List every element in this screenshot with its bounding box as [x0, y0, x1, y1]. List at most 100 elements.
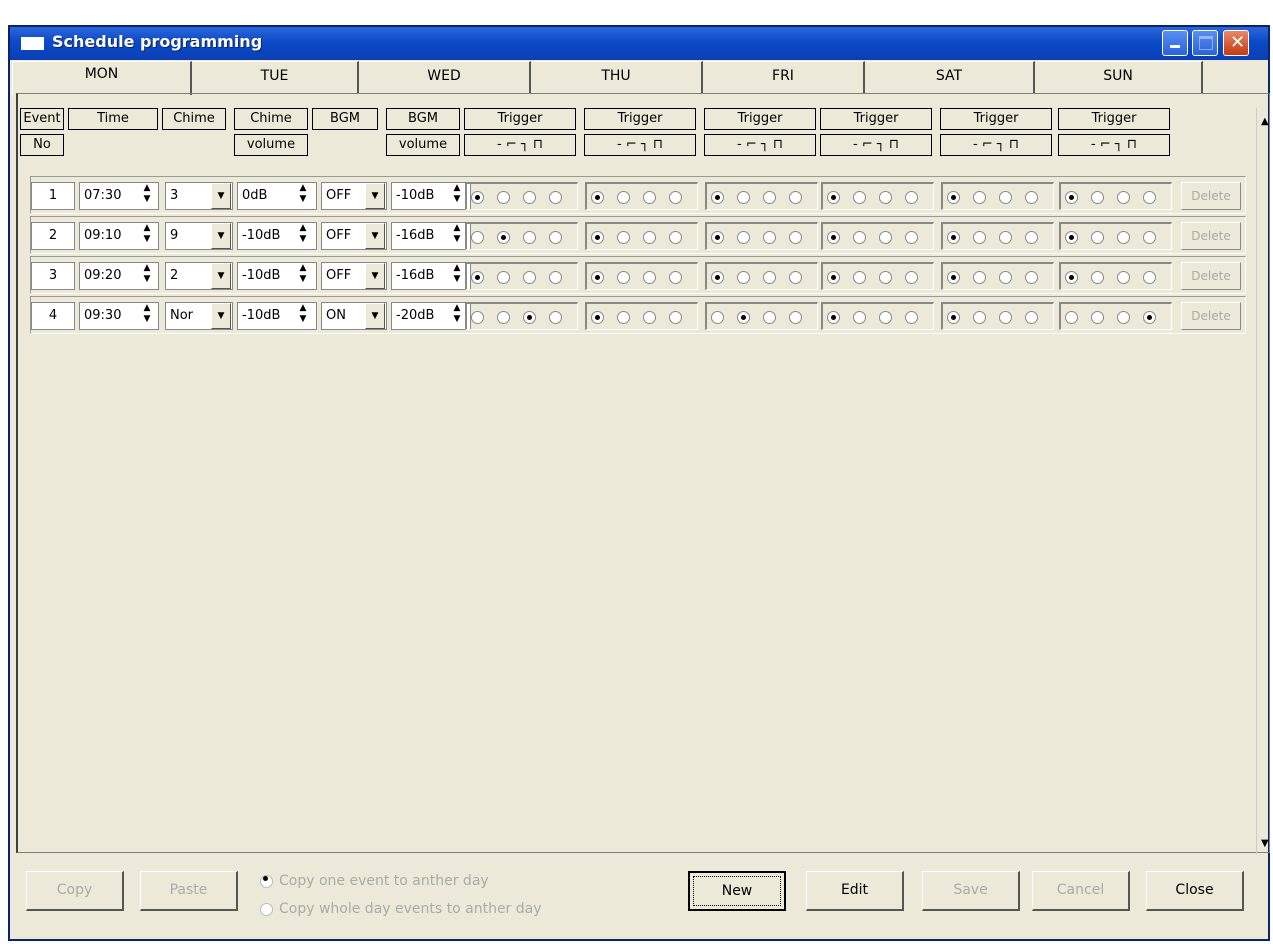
trigger-radio[interactable] — [999, 271, 1012, 284]
scroll-down-icon[interactable]: ▼ — [1261, 838, 1269, 849]
trigger-radio[interactable] — [879, 231, 892, 244]
chevron-down-icon[interactable]: ▼ — [365, 223, 385, 249]
trigger-radio[interactable] — [789, 231, 802, 244]
trigger-radio[interactable] — [947, 191, 960, 204]
copy-one-option[interactable]: Copy one event to anther day — [260, 873, 489, 889]
trigger-radio[interactable] — [471, 231, 484, 244]
trigger-radio[interactable] — [905, 191, 918, 204]
trigger-radio[interactable] — [711, 191, 724, 204]
trigger-radio[interactable] — [711, 231, 724, 244]
copy-button[interactable]: Copy — [26, 871, 124, 911]
trigger-radio[interactable] — [1143, 231, 1156, 244]
close-button[interactable]: Close — [1146, 871, 1244, 911]
trigger-radio[interactable] — [879, 311, 892, 324]
trigger-radio[interactable] — [549, 311, 562, 324]
trigger-radio[interactable] — [617, 271, 630, 284]
chime-volume-spinner[interactable]: ▲ ▼ — [293, 263, 313, 289]
trigger-radio[interactable] — [617, 231, 630, 244]
trigger-radio[interactable] — [879, 191, 892, 204]
trigger-radio[interactable] — [789, 271, 802, 284]
trigger-radio[interactable] — [853, 311, 866, 324]
trigger-radio[interactable] — [471, 311, 484, 324]
maximize-button[interactable] — [1192, 30, 1218, 56]
tab-sat[interactable]: SAT — [865, 61, 1035, 93]
bgm-volume-spinner[interactable]: ▲ ▼ — [447, 303, 467, 329]
trigger-radio[interactable] — [643, 191, 656, 204]
trigger-radio[interactable] — [549, 231, 562, 244]
copy-whole-option[interactable]: Copy whole day events to anther day — [260, 901, 542, 917]
trigger-radio[interactable] — [591, 191, 604, 204]
trigger-radio[interactable] — [497, 271, 510, 284]
trigger-radio[interactable] — [827, 191, 840, 204]
trigger-radio[interactable] — [737, 271, 750, 284]
trigger-radio[interactable] — [973, 191, 986, 204]
trigger-radio[interactable] — [1117, 191, 1130, 204]
tab-mon[interactable]: MON — [12, 61, 192, 95]
time-spinner[interactable]: ▲ ▼ — [137, 183, 157, 209]
trigger-radio[interactable] — [999, 191, 1012, 204]
trigger-radio[interactable] — [853, 231, 866, 244]
trigger-radio[interactable] — [947, 231, 960, 244]
chevron-down-icon[interactable]: ▼ — [211, 223, 231, 249]
trigger-radio[interactable] — [999, 231, 1012, 244]
trigger-radio[interactable] — [669, 191, 682, 204]
trigger-radio[interactable] — [1091, 271, 1104, 284]
trigger-radio[interactable] — [973, 311, 986, 324]
trigger-radio[interactable] — [711, 311, 724, 324]
trigger-radio[interactable] — [1091, 191, 1104, 204]
trigger-radio[interactable] — [471, 271, 484, 284]
trigger-radio[interactable] — [1091, 231, 1104, 244]
trigger-radio[interactable] — [1117, 311, 1130, 324]
chevron-down-icon[interactable]: ▼ — [211, 183, 231, 209]
delete-button[interactable]: Delete — [1181, 222, 1241, 250]
trigger-radio[interactable] — [549, 271, 562, 284]
chime-volume-spinner[interactable]: ▲ ▼ — [293, 223, 313, 249]
minimize-button[interactable] — [1162, 30, 1188, 56]
vertical-scrollbar[interactable]: ▲ ▼ — [1256, 108, 1273, 854]
chime-volume-spinner[interactable]: ▲ ▼ — [293, 303, 313, 329]
trigger-radio[interactable] — [1065, 271, 1078, 284]
trigger-radio[interactable] — [669, 271, 682, 284]
trigger-radio[interactable] — [591, 271, 604, 284]
time-spinner[interactable]: ▲ ▼ — [137, 303, 157, 329]
close-window-button[interactable]: ✕ — [1223, 30, 1249, 56]
chevron-down-icon[interactable]: ▼ — [211, 303, 231, 329]
trigger-radio[interactable] — [497, 191, 510, 204]
trigger-radio[interactable] — [737, 191, 750, 204]
trigger-radio[interactable] — [789, 191, 802, 204]
chime-volume-spinner[interactable]: ▲ ▼ — [293, 183, 313, 209]
bgm-volume-spinner[interactable]: ▲ ▼ — [447, 183, 467, 209]
trigger-radio[interactable] — [711, 271, 724, 284]
trigger-radio[interactable] — [1025, 271, 1038, 284]
tab-thu[interactable]: THU — [531, 61, 703, 93]
tab-fri[interactable]: FRI — [703, 61, 865, 93]
scroll-up-icon[interactable]: ▲ — [1261, 116, 1269, 127]
trigger-radio[interactable] — [763, 231, 776, 244]
trigger-radio[interactable] — [669, 231, 682, 244]
delete-button[interactable]: Delete — [1181, 302, 1241, 330]
trigger-radio[interactable] — [789, 311, 802, 324]
bgm-volume-spinner[interactable]: ▲ ▼ — [447, 263, 467, 289]
tab-sun[interactable]: SUN — [1035, 61, 1203, 93]
trigger-radio[interactable] — [827, 311, 840, 324]
trigger-radio[interactable] — [643, 231, 656, 244]
trigger-radio[interactable] — [617, 311, 630, 324]
trigger-radio[interactable] — [905, 271, 918, 284]
trigger-radio[interactable] — [1117, 271, 1130, 284]
trigger-radio[interactable] — [763, 271, 776, 284]
trigger-radio[interactable] — [973, 231, 986, 244]
trigger-radio[interactable] — [947, 311, 960, 324]
trigger-radio[interactable] — [737, 231, 750, 244]
edit-button[interactable]: Edit — [806, 871, 904, 911]
trigger-radio[interactable] — [643, 311, 656, 324]
paste-button[interactable]: Paste — [140, 871, 238, 911]
trigger-radio[interactable] — [523, 271, 536, 284]
chevron-down-icon[interactable]: ▼ — [365, 263, 385, 289]
new-button[interactable]: New — [688, 871, 786, 911]
trigger-radio[interactable] — [827, 231, 840, 244]
trigger-radio[interactable] — [1065, 311, 1078, 324]
trigger-radio[interactable] — [1065, 191, 1078, 204]
trigger-radio[interactable] — [737, 311, 750, 324]
delete-button[interactable]: Delete — [1181, 262, 1241, 290]
trigger-radio[interactable] — [669, 311, 682, 324]
